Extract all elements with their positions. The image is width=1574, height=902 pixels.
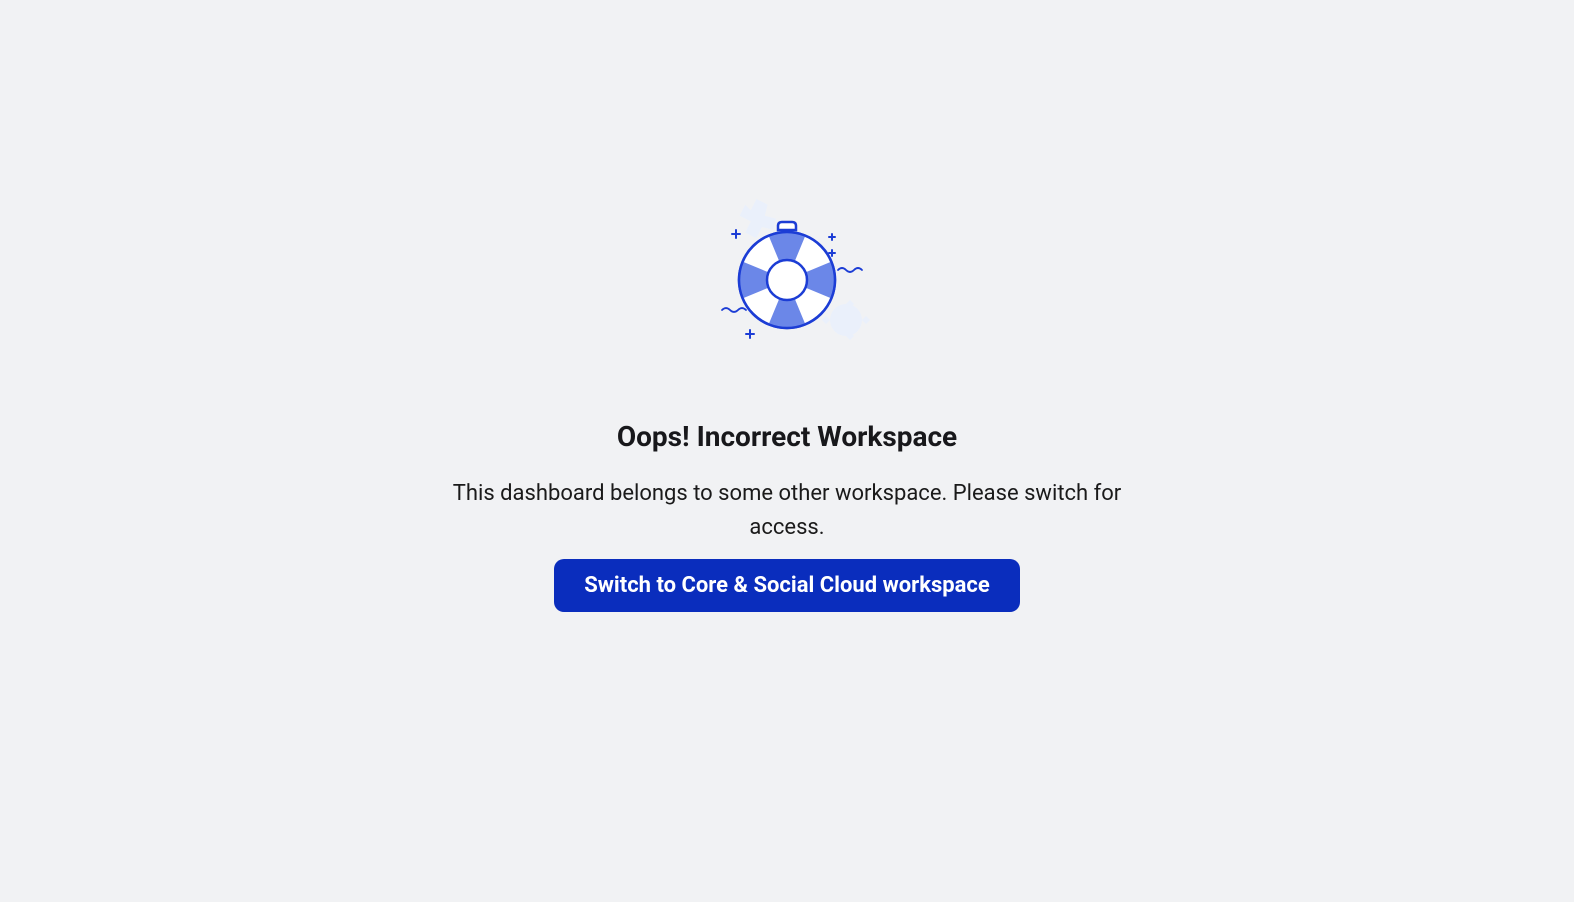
- switch-workspace-button[interactable]: Switch to Core & Social Cloud workspace: [554, 559, 1020, 612]
- error-page-container: Oops! Incorrect Workspace This dashboard…: [427, 190, 1147, 612]
- error-description: This dashboard belongs to some other wor…: [427, 477, 1147, 545]
- lifebuoy-illustration: [702, 190, 872, 360]
- error-heading: Oops! Incorrect Workspace: [617, 420, 957, 453]
